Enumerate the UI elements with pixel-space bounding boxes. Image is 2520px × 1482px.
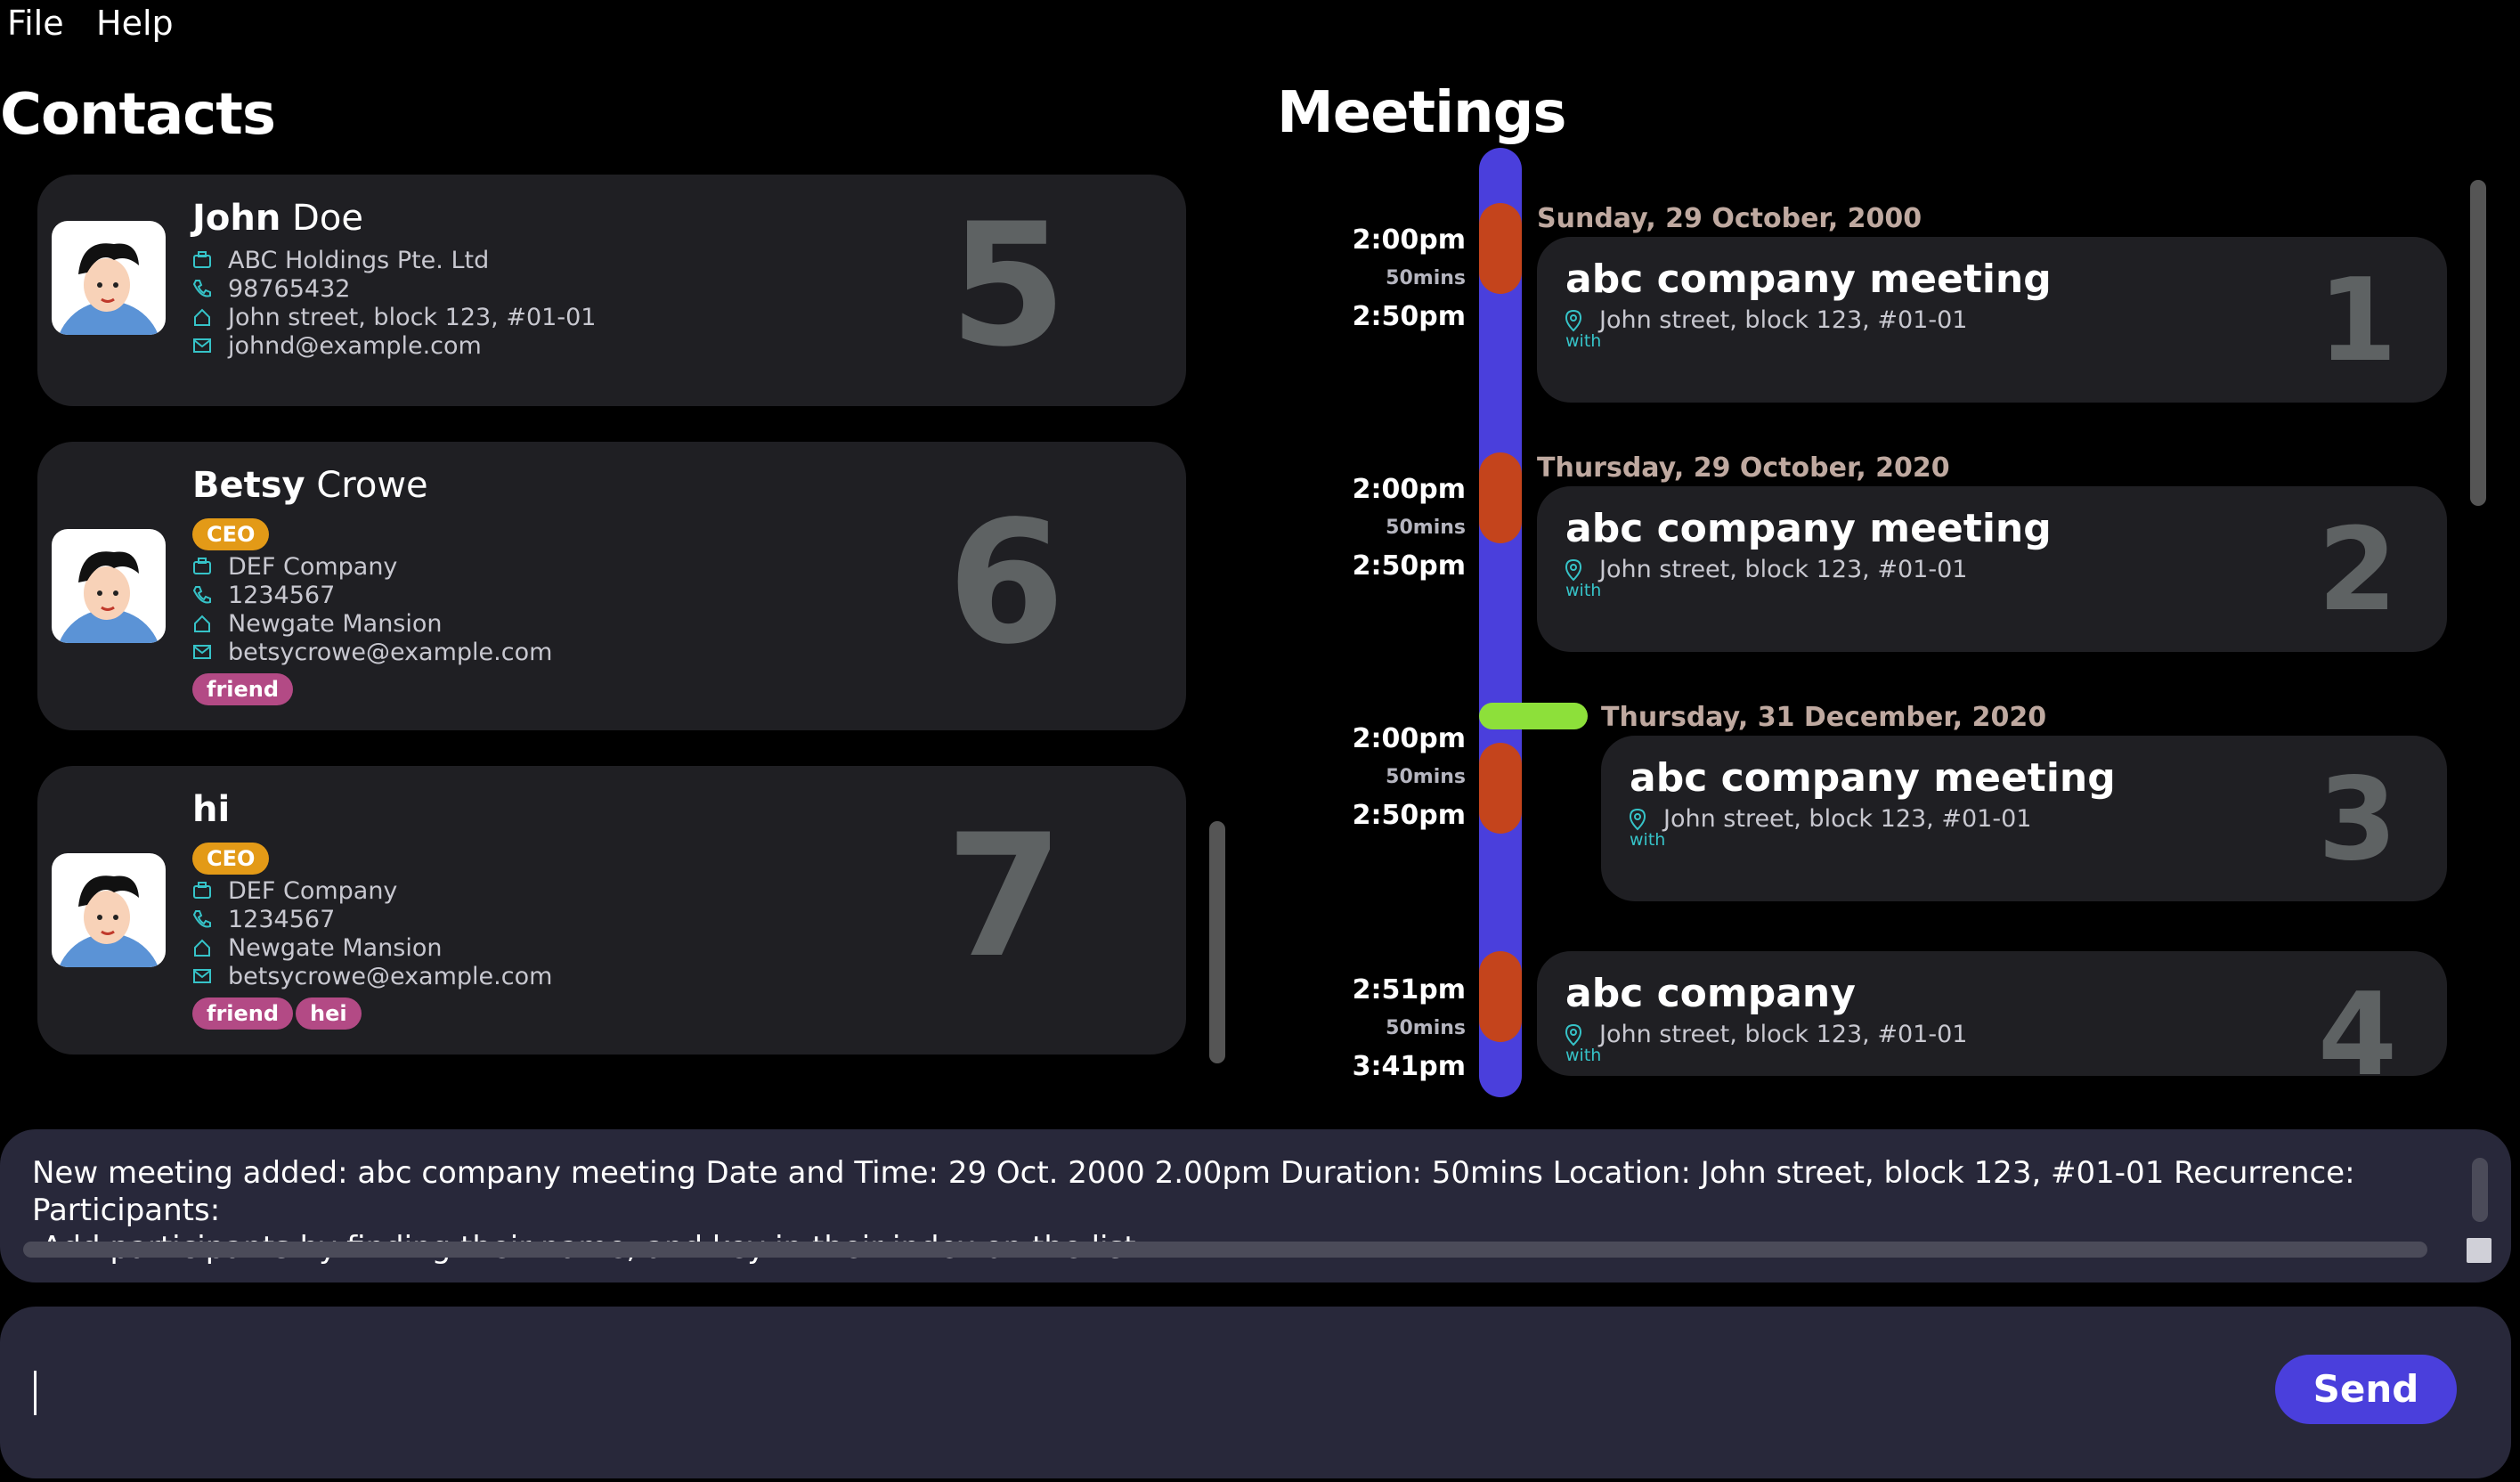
meeting-time-block [1479,452,1522,543]
menu-help[interactable]: Help [96,4,174,43]
meeting-start-time: 2:00pm [1352,723,1466,754]
meeting-participants-label: with [1565,331,1602,351]
contact-address: John street, block 123, #01-01 [192,303,596,331]
contact-email: betsycrowe@example.com [192,962,552,990]
mail-icon [193,969,211,983]
briefcase-icon [193,558,211,574]
role-badge: CEO [192,518,270,550]
meeting-card[interactable]: abc company meeting John street, block 1… [1537,237,2447,403]
text-caret [34,1371,37,1415]
home-icon [194,939,210,957]
tag-chip: friend [192,998,294,1030]
contact-address: Newgate Mansion [192,609,443,638]
meeting-location: John street, block 123, #01-01 [1564,1021,1967,1048]
meeting-title: abc company meeting [1565,256,2052,302]
avatar [52,853,166,967]
meeting-end-time: 2:50pm [1352,550,1466,582]
contact-phone: 1234567 [192,581,335,609]
contact-name: hi [192,789,231,830]
contact-phone: 98765432 [192,274,350,303]
meeting-card[interactable]: abc company meeting John street, block 1… [1537,486,2447,652]
meeting-date: Sunday, 29 October, 2000 [1537,203,1923,234]
meeting-duration: 50mins [1386,1017,1466,1039]
contact-index: 7 [945,798,1064,995]
send-button[interactable]: Send [2275,1355,2457,1424]
home-icon [194,308,210,326]
meetings-scrollbar[interactable] [2470,180,2486,506]
contact-card[interactable]: John Doe ABC Holdings Pte. Ltd 98765432 … [37,175,1186,406]
meeting-index: 2 [2317,504,2397,637]
meeting-title: abc company meeting [1565,506,2052,551]
meeting-date: Thursday, 31 December, 2020 [1601,702,2047,733]
contact-name: John Doe [192,198,363,239]
mail-icon [193,338,211,353]
avatar [52,221,166,335]
meeting-title: abc company [1565,971,1856,1016]
location-pin-icon [1565,1023,1582,1046]
contact-index: 6 [947,484,1066,681]
meeting-title: abc company meeting [1630,755,2116,801]
briefcase-icon [193,251,211,268]
meeting-card[interactable]: abc company John street, block 123, #01-… [1537,951,2447,1076]
meeting-start-time: 2:00pm [1352,224,1466,256]
command-input[interactable] [0,1307,2511,1478]
meeting-time-block [1479,743,1522,834]
contacts-title: Contacts [0,82,276,148]
meeting-card[interactable]: abc company meeting John street, block 1… [1601,736,2447,901]
result-vertical-scrollbar[interactable] [2472,1158,2488,1222]
location-pin-icon [1565,309,1582,331]
meeting-date: Thursday, 29 October, 2020 [1537,452,1950,484]
phone-icon [192,280,211,297]
meeting-start-time: 2:51pm [1352,974,1466,1006]
phone-icon [192,586,211,604]
location-pin-icon [1629,808,1646,830]
meeting-time-block [1479,951,1522,1042]
scrollbar-corner [2467,1238,2492,1263]
contact-index: 5 [948,187,1068,384]
meeting-duration: 50mins [1386,517,1466,539]
contact-company: ABC Holdings Pte. Ltd [192,246,489,274]
contact-name: Betsy Crowe [192,465,428,506]
briefcase-icon [193,882,211,899]
meeting-duration: 50mins [1386,766,1466,788]
contact-address: Newgate Mansion [192,933,443,962]
meeting-end-time: 2:50pm [1352,301,1466,332]
phone-icon [192,910,211,928]
meeting-index: 1 [2317,255,2397,387]
meeting-participants-label: with [1630,830,1666,850]
avatar [52,529,166,643]
contact-phone: 1234567 [192,905,335,933]
location-pin-icon [1565,558,1582,581]
contact-card[interactable]: Betsy Crowe CEO DEF Company 1234567 Newg… [37,442,1186,730]
meeting-end-time: 3:41pm [1352,1051,1466,1082]
contact-card[interactable]: hi CEO DEF Company 1234567 Newgate Mansi… [37,766,1186,1054]
meeting-participants-label: with [1565,581,1602,600]
meeting-start-time: 2:00pm [1352,474,1466,505]
contacts-scrollbar[interactable] [1209,821,1225,1063]
meeting-location: John street, block 123, #01-01 [1564,556,1967,583]
role-badge: CEO [192,843,270,875]
mail-icon [193,645,211,659]
result-display: New meeting added: abc company meeting D… [0,1129,2511,1282]
meeting-index: 3 [2317,753,2397,886]
contact-company: DEF Company [192,552,397,581]
current-time-marker [1479,703,1588,729]
meeting-location: John street, block 123, #01-01 [1564,306,1967,334]
meetings-title: Meetings [1277,80,1566,146]
meeting-index: 4 [2317,969,2397,1076]
contact-email: betsycrowe@example.com [192,638,552,666]
home-icon [194,615,210,632]
result-horizontal-scrollbar[interactable] [23,1242,2427,1258]
meeting-participants-label: with [1565,1046,1602,1065]
tag-chip: hei [296,998,362,1030]
contact-company: DEF Company [192,876,397,905]
meeting-end-time: 2:50pm [1352,800,1466,831]
contact-email: johnd@example.com [192,331,482,360]
menu-file[interactable]: File [7,4,64,43]
meeting-duration: 50mins [1386,267,1466,289]
meeting-location: John street, block 123, #01-01 [1628,805,2031,833]
meeting-time-block [1479,203,1522,294]
tag-chip: friend [192,673,294,705]
